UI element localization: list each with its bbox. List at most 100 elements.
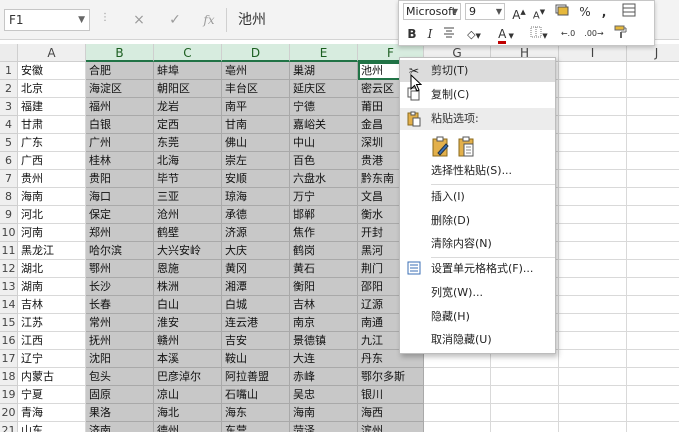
cell[interactable]	[627, 206, 679, 224]
cell[interactable]: 恩施	[154, 260, 222, 278]
cell[interactable]	[627, 260, 679, 278]
cell[interactable]: 江苏	[18, 314, 86, 332]
cell[interactable]	[559, 80, 627, 98]
cell[interactable]: 大庆	[222, 242, 290, 260]
align-center-button[interactable]	[441, 25, 457, 43]
cell[interactable]	[559, 116, 627, 134]
cell[interactable]: 长沙	[86, 278, 154, 296]
cell[interactable]: 固原	[86, 386, 154, 404]
cell[interactable]: 吉林	[18, 296, 86, 314]
cell[interactable]: 鹤岗	[290, 242, 358, 260]
menu-item-format-cells[interactable]: 设置单元格格式(F)...	[400, 258, 555, 280]
cell[interactable]: 百色	[290, 152, 358, 170]
cell[interactable]: 湖南	[18, 278, 86, 296]
cell[interactable]	[491, 404, 559, 422]
column-header-d[interactable]: D	[222, 44, 290, 62]
column-header-i[interactable]: I	[559, 44, 627, 62]
cell[interactable]: 安顺	[222, 170, 290, 188]
cell[interactable]: 巴彦淖尔	[154, 368, 222, 386]
cell[interactable]	[627, 368, 679, 386]
cell[interactable]: 三亚	[154, 188, 222, 206]
select-all-corner[interactable]	[0, 44, 18, 62]
cell[interactable]: 吉安	[222, 332, 290, 350]
row-header[interactable]: 18	[0, 368, 18, 386]
cell[interactable]	[559, 188, 627, 206]
cell[interactable]	[627, 62, 679, 80]
cell[interactable]: 甘南	[222, 116, 290, 134]
cell[interactable]	[627, 116, 679, 134]
grow-font-button[interactable]: A▲	[511, 3, 527, 22]
row-header[interactable]: 5	[0, 134, 18, 152]
cell[interactable]: 凉山	[154, 386, 222, 404]
cell[interactable]	[559, 314, 627, 332]
cell[interactable]	[559, 242, 627, 260]
cell[interactable]: 海淀区	[86, 80, 154, 98]
cell[interactable]: 鄂尔多斯	[358, 368, 424, 386]
row-header[interactable]: 6	[0, 152, 18, 170]
cell[interactable]: 宁夏	[18, 386, 86, 404]
cell[interactable]: 南平	[222, 98, 290, 116]
cell[interactable]: 常州	[86, 314, 154, 332]
cell[interactable]	[627, 314, 679, 332]
cell[interactable]: 亳州	[222, 62, 290, 80]
cell[interactable]: 银川	[358, 386, 424, 404]
cell[interactable]: 济源	[222, 224, 290, 242]
decrease-decimal-button[interactable]: .00→	[583, 25, 605, 43]
percent-button[interactable]: %	[577, 3, 593, 21]
cell[interactable]	[627, 152, 679, 170]
menu-item-clear-contents[interactable]: 清除内容(N)	[400, 233, 555, 255]
cell[interactable]: 青海	[18, 404, 86, 422]
column-header-b[interactable]: B	[86, 44, 154, 62]
cell[interactable]	[627, 332, 679, 350]
cell[interactable]: 宁德	[290, 98, 358, 116]
cancel-icon[interactable]: ×	[128, 10, 150, 30]
cell[interactable]: 江西	[18, 332, 86, 350]
cell[interactable]: 广州	[86, 134, 154, 152]
cell[interactable]: 承德	[222, 206, 290, 224]
menu-item-column-width[interactable]: 列宽(W)...	[400, 282, 555, 304]
row-header[interactable]: 17	[0, 350, 18, 368]
cell[interactable]	[559, 350, 627, 368]
cell[interactable]: 北京	[18, 80, 86, 98]
cell[interactable]	[559, 278, 627, 296]
cell[interactable]: 蚌埠	[154, 62, 222, 80]
cell[interactable]: 甘肃	[18, 116, 86, 134]
cell[interactable]: 佛山	[222, 134, 290, 152]
cell[interactable]: 大连	[290, 350, 358, 368]
cell[interactable]: 山东	[18, 422, 86, 432]
cell[interactable]: 定西	[154, 116, 222, 134]
cell[interactable]: 辽宁	[18, 350, 86, 368]
cell[interactable]	[559, 368, 627, 386]
cell[interactable]: 沈阳	[86, 350, 154, 368]
format-painter-button[interactable]	[611, 25, 631, 43]
row-header[interactable]: 1	[0, 62, 18, 80]
cell[interactable]: 黑龙江	[18, 242, 86, 260]
font-color-button[interactable]: A ▼	[493, 25, 519, 44]
cell[interactable]	[627, 350, 679, 368]
cell[interactable]: 内蒙古	[18, 368, 86, 386]
menu-item-insert[interactable]: 插入(I)	[400, 186, 555, 208]
cell[interactable]	[559, 386, 627, 404]
cell[interactable]	[424, 404, 491, 422]
cell[interactable]: 东莞	[154, 134, 222, 152]
cell[interactable]: 白银	[86, 116, 154, 134]
cell[interactable]	[491, 368, 559, 386]
cell[interactable]: 吴忠	[290, 386, 358, 404]
row-header[interactable]: 19	[0, 386, 18, 404]
cell[interactable]	[559, 206, 627, 224]
cell[interactable]: 吉林	[290, 296, 358, 314]
cell[interactable]	[491, 386, 559, 404]
cell[interactable]	[491, 422, 559, 432]
cell[interactable]	[627, 80, 679, 98]
cell[interactable]: 广西	[18, 152, 86, 170]
cell[interactable]	[627, 134, 679, 152]
cell[interactable]: 北海	[154, 152, 222, 170]
cell[interactable]: 河南	[18, 224, 86, 242]
cell[interactable]: 长春	[86, 296, 154, 314]
cell[interactable]: 哈尔滨	[86, 242, 154, 260]
cell[interactable]: 阿拉善盟	[222, 368, 290, 386]
cell[interactable]: 大兴安岭	[154, 242, 222, 260]
paste-values-icon[interactable]	[458, 136, 476, 158]
cell[interactable]	[627, 170, 679, 188]
italic-button[interactable]: I	[423, 25, 437, 43]
